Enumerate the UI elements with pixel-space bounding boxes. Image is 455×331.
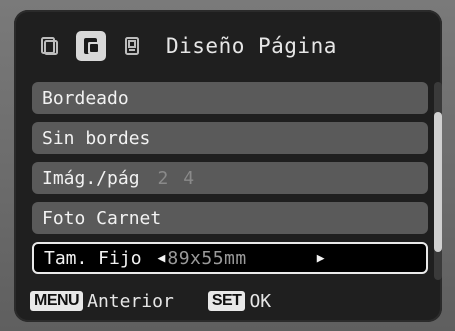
list-item-foto-carnet[interactable]: Foto Carnet (32, 202, 428, 234)
set-key-badge: SET (207, 291, 246, 311)
page-layout-icon (84, 38, 98, 54)
print-layout-icon (41, 37, 58, 55)
size-value: 89x55mm (167, 247, 247, 269)
page-layout-tab-icon[interactable] (76, 31, 106, 61)
list-item-label: Bordeado (42, 87, 129, 109)
menu-key-badge: MENU (30, 291, 84, 311)
menu-hint-label: Anterior (87, 290, 174, 312)
set-hint-label: OK (249, 290, 272, 312)
camera-screen: Diseño Página Bordeado Sin bordes Imág./… (0, 0, 455, 331)
list-item-label: Foto Carnet (42, 207, 162, 229)
left-arrow-icon[interactable]: ◀ (158, 251, 166, 266)
printer-settings-icon (125, 37, 139, 55)
list-item-tam-fijo[interactable]: Tam. Fijo ◀ 89x55mm ▶ (32, 242, 428, 274)
footer-hints: MENU Anterior SET OK (30, 288, 271, 314)
list-item-imag-pag[interactable]: Imág./pág 2 4 (32, 162, 428, 194)
menu-header: Diseño Página (34, 28, 337, 64)
print-layout-tab-icon[interactable] (34, 31, 64, 61)
list-item-label: Imág./pág (42, 167, 140, 189)
option-list: Bordeado Sin bordes Imág./pág 2 4 Foto C… (32, 82, 428, 282)
list-item-sin-bordes[interactable]: Sin bordes (32, 122, 428, 154)
list-item-label: Sin bordes (42, 127, 151, 149)
list-item-value: 2 4 (157, 167, 197, 189)
menu-title: Diseño Página (166, 34, 337, 58)
right-arrow-icon[interactable]: ▶ (317, 251, 325, 266)
list-item-bordeado[interactable]: Bordeado (32, 82, 428, 114)
scroll-thumb[interactable] (434, 112, 442, 252)
scrollbar[interactable] (434, 82, 442, 280)
settings-tab-icon[interactable] (118, 31, 148, 61)
list-item-label: Tam. Fijo (44, 247, 142, 269)
